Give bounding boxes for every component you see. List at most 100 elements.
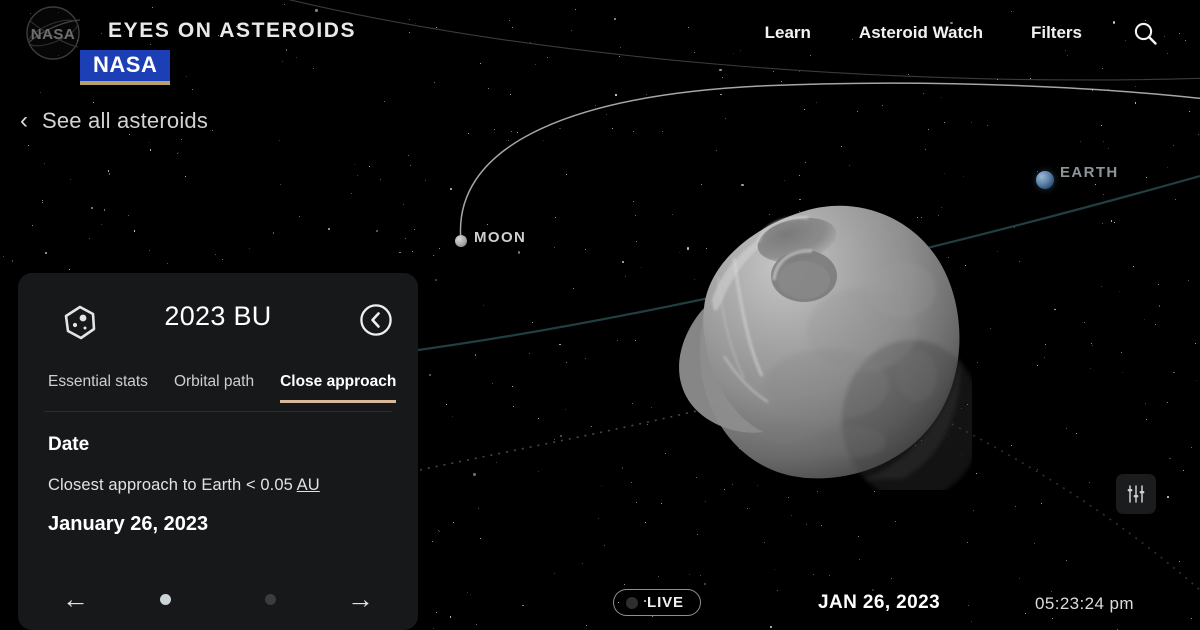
star [804, 108, 806, 110]
star [468, 133, 470, 134]
star [452, 522, 454, 524]
star [1030, 78, 1032, 80]
star [881, 105, 883, 107]
tab-orbital-path[interactable]: Orbital path [174, 373, 254, 403]
nav-item-learn[interactable]: Learn [765, 23, 859, 43]
star [409, 165, 411, 167]
star [859, 559, 861, 561]
star [1144, 402, 1146, 404]
star [434, 82, 436, 84]
star [615, 94, 617, 96]
star [474, 354, 477, 356]
star [722, 77, 724, 79]
star [894, 521, 896, 523]
star [635, 502, 637, 504]
tab-close-approach[interactable]: Close approach [280, 373, 397, 403]
panel-title: 2023 BU [164, 301, 272, 331]
star [107, 170, 110, 172]
star [719, 69, 722, 72]
star [806, 523, 808, 525]
star [1166, 402, 1168, 404]
star [1011, 444, 1012, 446]
star [553, 572, 555, 574]
star [508, 140, 510, 142]
star [645, 94, 647, 96]
star [975, 472, 977, 474]
star [221, 258, 223, 260]
star [725, 117, 727, 119]
star [327, 227, 331, 230]
star [890, 577, 892, 579]
star [1110, 220, 1113, 222]
star [559, 343, 561, 346]
star [1173, 145, 1175, 147]
star [512, 405, 515, 408]
live-toggle-button[interactable]: LIVE [613, 589, 701, 616]
star [1075, 433, 1077, 435]
star [908, 74, 910, 76]
star [438, 248, 440, 250]
star [927, 128, 929, 130]
star [312, 67, 314, 69]
tab-essential-stats[interactable]: Essential stats [48, 373, 148, 403]
star [108, 173, 111, 175]
star [699, 574, 701, 576]
star [1145, 419, 1147, 421]
star [100, 223, 102, 225]
star [509, 93, 511, 95]
star [976, 362, 978, 364]
star [925, 148, 927, 150]
asteroid-info-panel: 2023 BU Essential stats Orbital path Clo… [18, 273, 418, 630]
star [280, 183, 282, 185]
top-navigation-bar: NASA EYES ON ASTEROIDS Learn Asteroid Wa… [0, 0, 1200, 62]
star [1037, 170, 1039, 172]
pagination-prev-button[interactable]: ← [62, 585, 89, 613]
sliders-icon[interactable] [1116, 474, 1156, 514]
search-icon[interactable] [1130, 18, 1160, 48]
star [1197, 133, 1199, 135]
star [103, 209, 106, 211]
star [1173, 371, 1175, 374]
back-to-all-asteroids-link[interactable]: ‹ See all asteroids [20, 108, 208, 134]
star [1089, 482, 1091, 484]
star [357, 174, 359, 176]
au-unit-link[interactable]: AU [297, 476, 320, 494]
star [922, 92, 924, 94]
star [943, 173, 945, 174]
star [1101, 68, 1103, 69]
pagination-dot-2[interactable] [265, 593, 276, 605]
star [604, 545, 606, 546]
star [559, 434, 563, 437]
asteroid-model[interactable] [612, 180, 982, 500]
star [572, 287, 574, 289]
star [1120, 351, 1122, 353]
star [1169, 457, 1171, 460]
star [990, 327, 991, 329]
pagination-dot-1[interactable] [160, 593, 171, 605]
star [1054, 308, 1056, 311]
star [1146, 177, 1148, 179]
star [149, 249, 150, 251]
chevron-left-circle-icon[interactable] [359, 303, 393, 337]
star [167, 263, 169, 265]
star [1090, 367, 1091, 369]
pagination-next-button[interactable]: → [347, 585, 374, 613]
nav-item-filters[interactable]: Filters [1031, 23, 1130, 43]
chevron-left-icon: ‹ [20, 107, 28, 134]
star [414, 228, 416, 230]
star [534, 63, 536, 65]
star [715, 149, 717, 151]
star [483, 305, 484, 307]
star [644, 522, 646, 524]
star [1157, 284, 1159, 286]
star [963, 176, 965, 178]
star [595, 105, 597, 107]
star [1132, 265, 1134, 267]
star [555, 217, 557, 219]
star [488, 88, 490, 90]
nav-item-asteroid-watch[interactable]: Asteroid Watch [859, 23, 1031, 43]
star [11, 260, 14, 262]
star [973, 509, 975, 511]
star [1018, 577, 1020, 579]
star [788, 496, 790, 498]
